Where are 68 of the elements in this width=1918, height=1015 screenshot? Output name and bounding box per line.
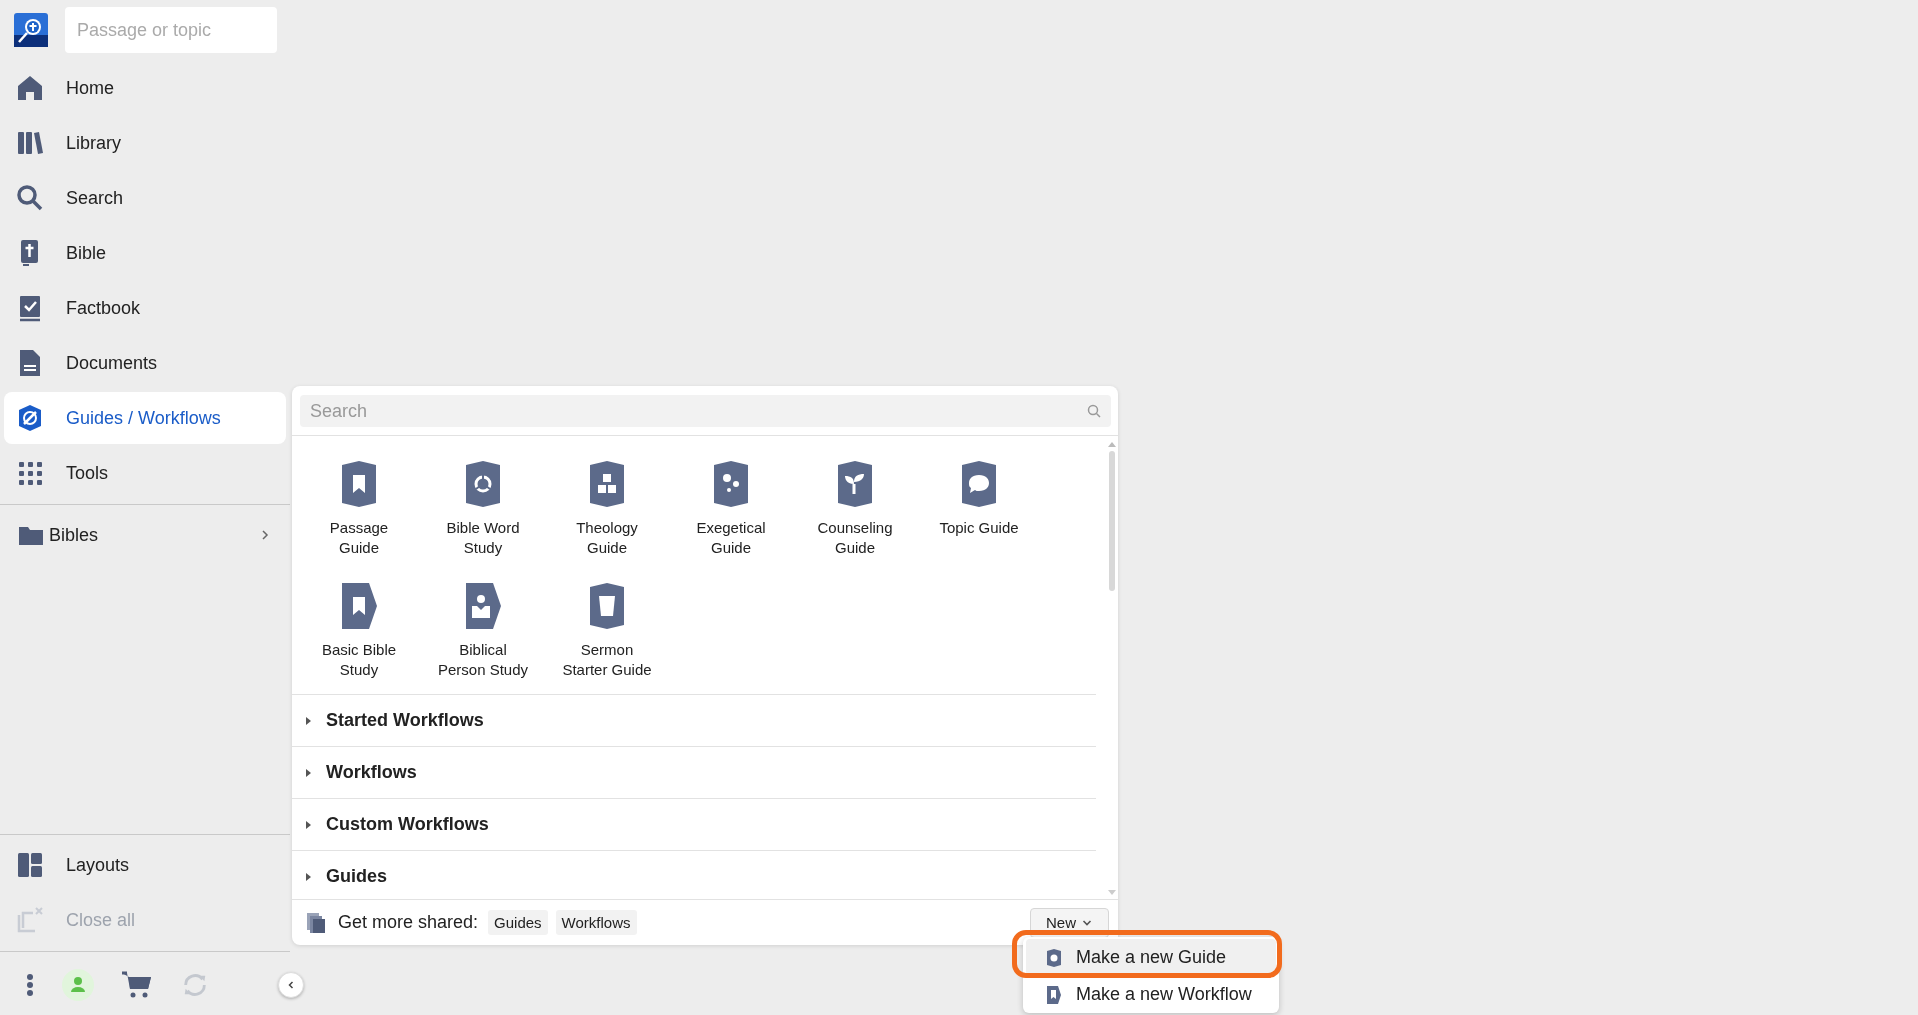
folder-icon <box>19 525 43 545</box>
nav-item[interactable]: Tools <box>4 447 286 499</box>
cart-icon[interactable] <box>122 971 152 999</box>
collapse-button[interactable] <box>278 972 304 998</box>
nav-item[interactable]: Guides / Workflows <box>4 392 286 444</box>
books-icon <box>16 129 44 157</box>
chevron-left-icon <box>286 980 296 990</box>
guide-label: Basic Bible Study <box>320 640 398 680</box>
home-icon <box>16 74 44 102</box>
guide-label: Counseling Guide <box>816 518 894 558</box>
guide-tile[interactable]: Exegetical Guide <box>669 460 793 558</box>
bookmark-hexagon-icon <box>339 460 379 508</box>
nav-item[interactable]: Factbook <box>4 282 286 334</box>
search-icon <box>16 184 44 212</box>
more-icon[interactable] <box>26 971 34 999</box>
layout-icon <box>16 851 44 879</box>
guide-label: Theology Guide <box>575 518 639 558</box>
guide-tile[interactable]: Sermon Starter Guide <box>545 582 669 680</box>
guide-tile[interactable]: Counseling Guide <box>793 460 917 558</box>
bookmark-tag-icon <box>1046 984 1062 1005</box>
dots-hexagon-icon <box>711 460 751 508</box>
guide-label: Sermon Starter Guide <box>561 640 653 680</box>
scroll-up-arrow-icon[interactable] <box>1108 442 1116 447</box>
search-icon <box>1087 404 1101 418</box>
guide-tile[interactable]: Theology Guide <box>545 460 669 558</box>
speech-hexagon-icon <box>959 460 999 508</box>
ring-hexagon-icon <box>463 460 503 508</box>
folder-item[interactable]: Bibles <box>0 508 290 562</box>
nav-item[interactable]: Home <box>4 62 286 114</box>
person-tag-icon <box>463 582 503 630</box>
user-avatar-icon[interactable] <box>62 969 94 1001</box>
cup-hexagon-icon <box>587 582 627 630</box>
section-header[interactable]: Custom Workflows <box>292 799 1096 851</box>
compass-shield-icon <box>16 404 44 432</box>
guide-tile[interactable]: Bible Word Study <box>421 460 545 558</box>
nav-item[interactable]: Documents <box>4 337 286 389</box>
guide-search-field[interactable]: Search <box>300 395 1111 427</box>
guide-tile[interactable]: Topic Guide <box>917 460 1041 558</box>
nav-item[interactable]: Search <box>4 172 286 224</box>
guide-label: Topic Guide <box>939 518 1019 538</box>
sprout-hexagon-icon <box>835 460 875 508</box>
guide-tile[interactable]: Passage Guide <box>297 460 421 558</box>
shared-link[interactable]: Workflows <box>555 910 637 935</box>
shared-label: Get more shared: <box>338 912 479 933</box>
stacked-pages-icon <box>306 911 326 934</box>
close-windows-icon <box>16 906 44 934</box>
nav-item[interactable]: Layouts <box>4 839 286 891</box>
menu-item[interactable]: Make a new Workflow <box>1026 976 1276 1013</box>
guide-label: Biblical Person Study <box>436 640 530 680</box>
section-header[interactable]: Guides <box>292 851 1096 902</box>
logo-icon <box>14 13 48 47</box>
section-header[interactable]: Started Workflows <box>292 695 1096 747</box>
grid-icon <box>16 459 44 487</box>
nav-item[interactable]: Library <box>4 117 286 169</box>
section-header[interactable]: Workflows <box>292 747 1096 799</box>
guide-label: Passage Guide <box>328 518 390 558</box>
guide-tile[interactable]: Basic Bible Study <box>297 582 421 680</box>
bookmark-tag-icon <box>339 582 379 630</box>
scroll-down-arrow-icon[interactable] <box>1108 890 1116 895</box>
passage-search-field[interactable]: Passage or topic <box>65 7 277 53</box>
nav-item[interactable]: Bible <box>4 227 286 279</box>
hexagon-icon <box>1046 947 1062 968</box>
guide-label: Bible Word Study <box>445 518 521 558</box>
guide-tile[interactable]: Biblical Person Study <box>421 582 545 680</box>
shared-link[interactable]: Guides <box>488 910 548 935</box>
blocks-hexagon-icon <box>587 460 627 508</box>
scrollbar-thumb[interactable] <box>1109 451 1115 591</box>
guide-label: Exegetical Guide <box>695 518 767 558</box>
